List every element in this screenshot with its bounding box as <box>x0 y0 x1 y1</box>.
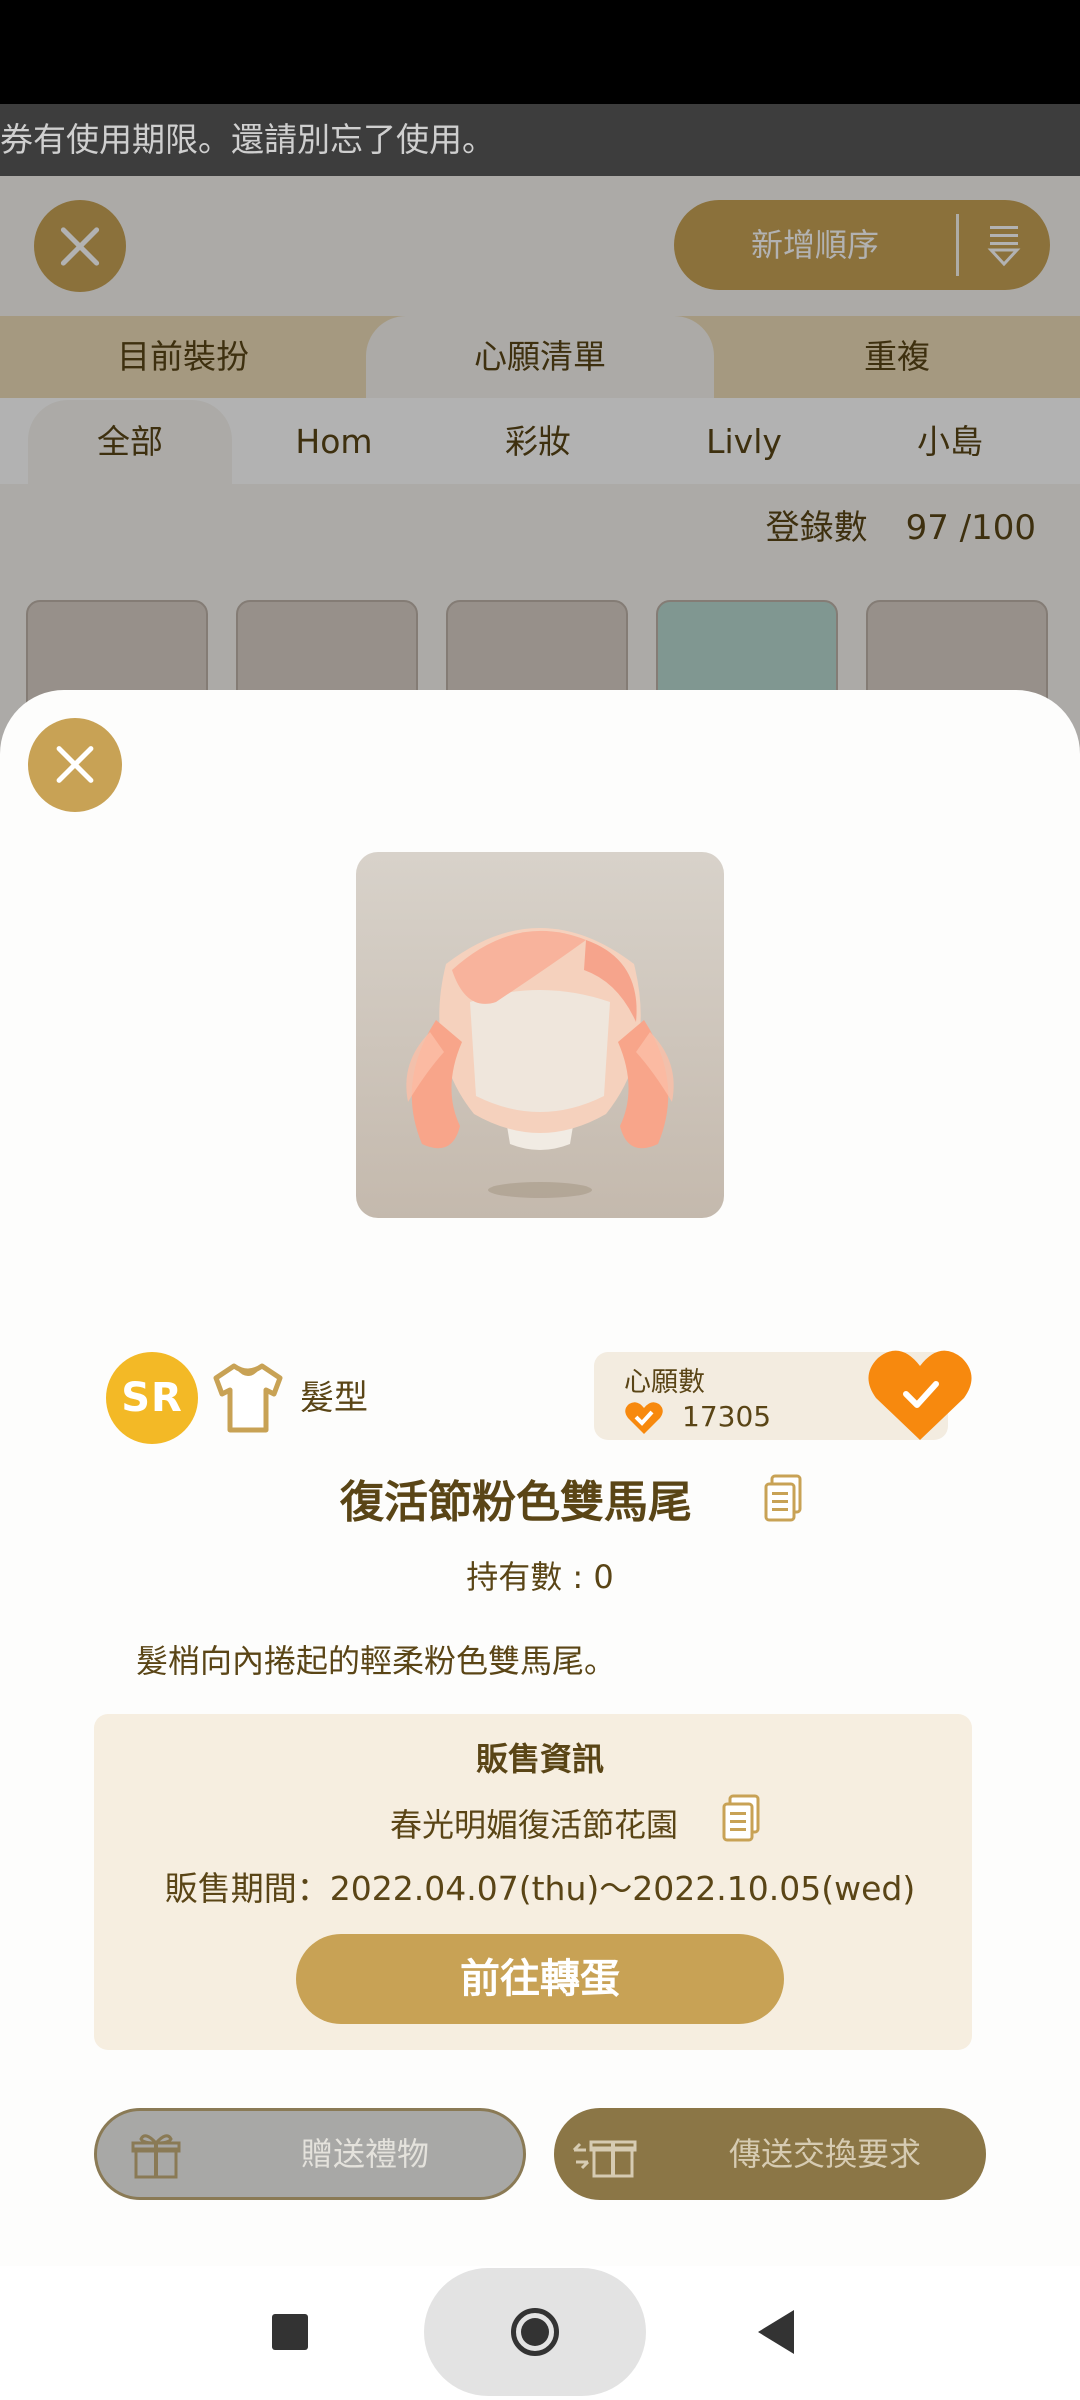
wishlist-count: 17305 <box>682 1400 772 1433</box>
send-gift-label: 贈送禮物 <box>300 2135 429 2173</box>
wishlist-toggle-heart-icon[interactable] <box>866 1346 974 1444</box>
item-preview-image <box>356 852 724 1218</box>
back-button[interactable] <box>758 2310 794 2354</box>
home-button[interactable] <box>424 2268 646 2396</box>
item-description: 髮梢向內捲起的輕柔粉色雙馬尾。 <box>136 1642 617 1680</box>
hair-illustration <box>406 928 674 1198</box>
document-icon[interactable] <box>722 1794 762 1844</box>
send-trade-request-button[interactable]: 傳送交換要求 <box>554 2108 986 2200</box>
owned-count: 持有數 : 0 <box>466 1558 614 1596</box>
shirt-icon <box>213 1363 283 1433</box>
sale-event-name: 春光明媚復活節花園 <box>390 1806 679 1844</box>
heart-check-icon <box>625 1402 663 1434</box>
close-sheet-button[interactable] <box>28 718 122 812</box>
sale-period: 販售期間：2022.04.07(thu)〜2022.10.05(wed) <box>164 1869 916 1908</box>
send-trade-label: 傳送交換要求 <box>728 2135 921 2173</box>
home-dot-icon <box>521 2318 549 2346</box>
recents-button[interactable] <box>272 2314 308 2350</box>
send-gift-button[interactable]: 贈送禮物 <box>94 2108 526 2200</box>
document-icon[interactable] <box>764 1474 804 1524</box>
notice-banner: 券有使用期限。還請別忘了使用。 <box>0 104 1080 176</box>
item-name: 復活節粉色雙馬尾 <box>340 1477 692 1528</box>
go-to-gacha-button[interactable]: 前往轉蛋 <box>296 1934 784 2024</box>
gift-icon <box>131 2134 181 2179</box>
wishlist-label: 心願數 <box>624 1367 705 1398</box>
trade-icon <box>572 2140 637 2178</box>
rarity-badge: SR <box>106 1352 198 1444</box>
status-bar <box>0 0 1080 104</box>
item-category: 髮型 <box>300 1378 368 1418</box>
sale-info-title: 販售資訊 <box>475 1740 604 1778</box>
